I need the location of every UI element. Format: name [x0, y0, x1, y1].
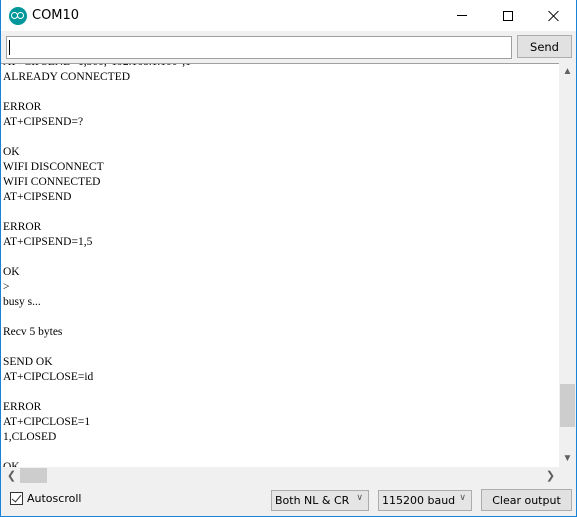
close-icon [548, 10, 560, 22]
output-line: OK [3, 146, 20, 158]
output-line: ERROR [3, 401, 42, 413]
autoscroll-checkbox[interactable] [10, 492, 23, 505]
chevron-up-icon[interactable]: ▲ [559, 63, 576, 80]
vertical-scrollbar[interactable]: ▲ ▼ [559, 63, 576, 467]
output-line: > [3, 281, 10, 293]
output-line: WIFI CONNECTED [3, 176, 101, 188]
output-line: OK [3, 266, 20, 278]
maximize-icon [503, 10, 513, 21]
arduino-icon [9, 7, 27, 25]
output-line: AT+CIPCLOSE=id [3, 371, 94, 383]
text-caret [9, 40, 10, 55]
chevron-down-icon: ∨ [356, 493, 363, 503]
send-button[interactable]: Send [517, 35, 572, 58]
maximize-button[interactable] [485, 0, 531, 31]
output-line: AT+CIPCLOSE=1 [3, 416, 91, 428]
output-line: 1,CLOSED [3, 431, 57, 443]
output-line: ALREADY CONNECTED [3, 71, 131, 83]
output-line: ERROR [3, 101, 42, 113]
output-line: busy s... [3, 296, 41, 308]
output-text: AT+CIPSEND=1,500,"192.168.1.100",1ALREAD… [3, 64, 559, 475]
chevron-left-icon[interactable]: ❮ [3, 467, 20, 484]
line-ending-select[interactable]: Both NL & CR ∨ [271, 490, 369, 511]
vertical-scroll-thumb[interactable] [560, 384, 575, 427]
autoscroll-toggle[interactable]: Autoscroll [10, 492, 81, 505]
output-line: AT+CIPSEND=? [3, 116, 84, 128]
output-line: Recv 5 bytes [3, 326, 63, 338]
baud-rate-select[interactable]: 115200 baud ∨ [378, 490, 472, 511]
serial-input[interactable] [6, 36, 512, 59]
chevron-down-icon: ∨ [459, 493, 466, 503]
output-line: AT+CIPSEND=1,500,"192.168.1.100",1 [3, 64, 559, 70]
close-button[interactable] [531, 0, 577, 31]
baud-rate-value: 115200 baud [382, 494, 456, 507]
output-line: SEND OK [3, 356, 53, 368]
chevron-right-icon[interactable]: ❯ [542, 467, 559, 484]
output-line: WIFI DISCONNECT [3, 161, 104, 173]
horizontal-scrollbar[interactable]: ❮ ❯ [1, 467, 559, 484]
chevron-down-icon[interactable]: ▼ [559, 450, 576, 467]
line-ending-value: Both NL & CR [275, 494, 350, 507]
horizontal-scroll-thumb[interactable] [20, 468, 47, 483]
output-line: AT+CIPSEND [3, 191, 72, 203]
serial-monitor-window: COM10 Send AT+CIPSEND=1,500,"192.168.1.1… [0, 0, 577, 517]
clear-output-button[interactable]: Clear output [481, 489, 572, 511]
output-line: AT+CIPSEND=1,5 [3, 236, 93, 248]
minimize-icon [457, 15, 467, 16]
title-bar: COM10 [1, 0, 576, 31]
minimize-button[interactable] [439, 0, 485, 31]
scrollbar-corner [559, 467, 576, 484]
autoscroll-label: Autoscroll [27, 492, 82, 505]
serial-output[interactable]: AT+CIPSEND=1,500,"192.168.1.100",1ALREAD… [1, 63, 576, 484]
window-title: COM10 [32, 8, 80, 23]
output-line: ERROR [3, 221, 42, 233]
